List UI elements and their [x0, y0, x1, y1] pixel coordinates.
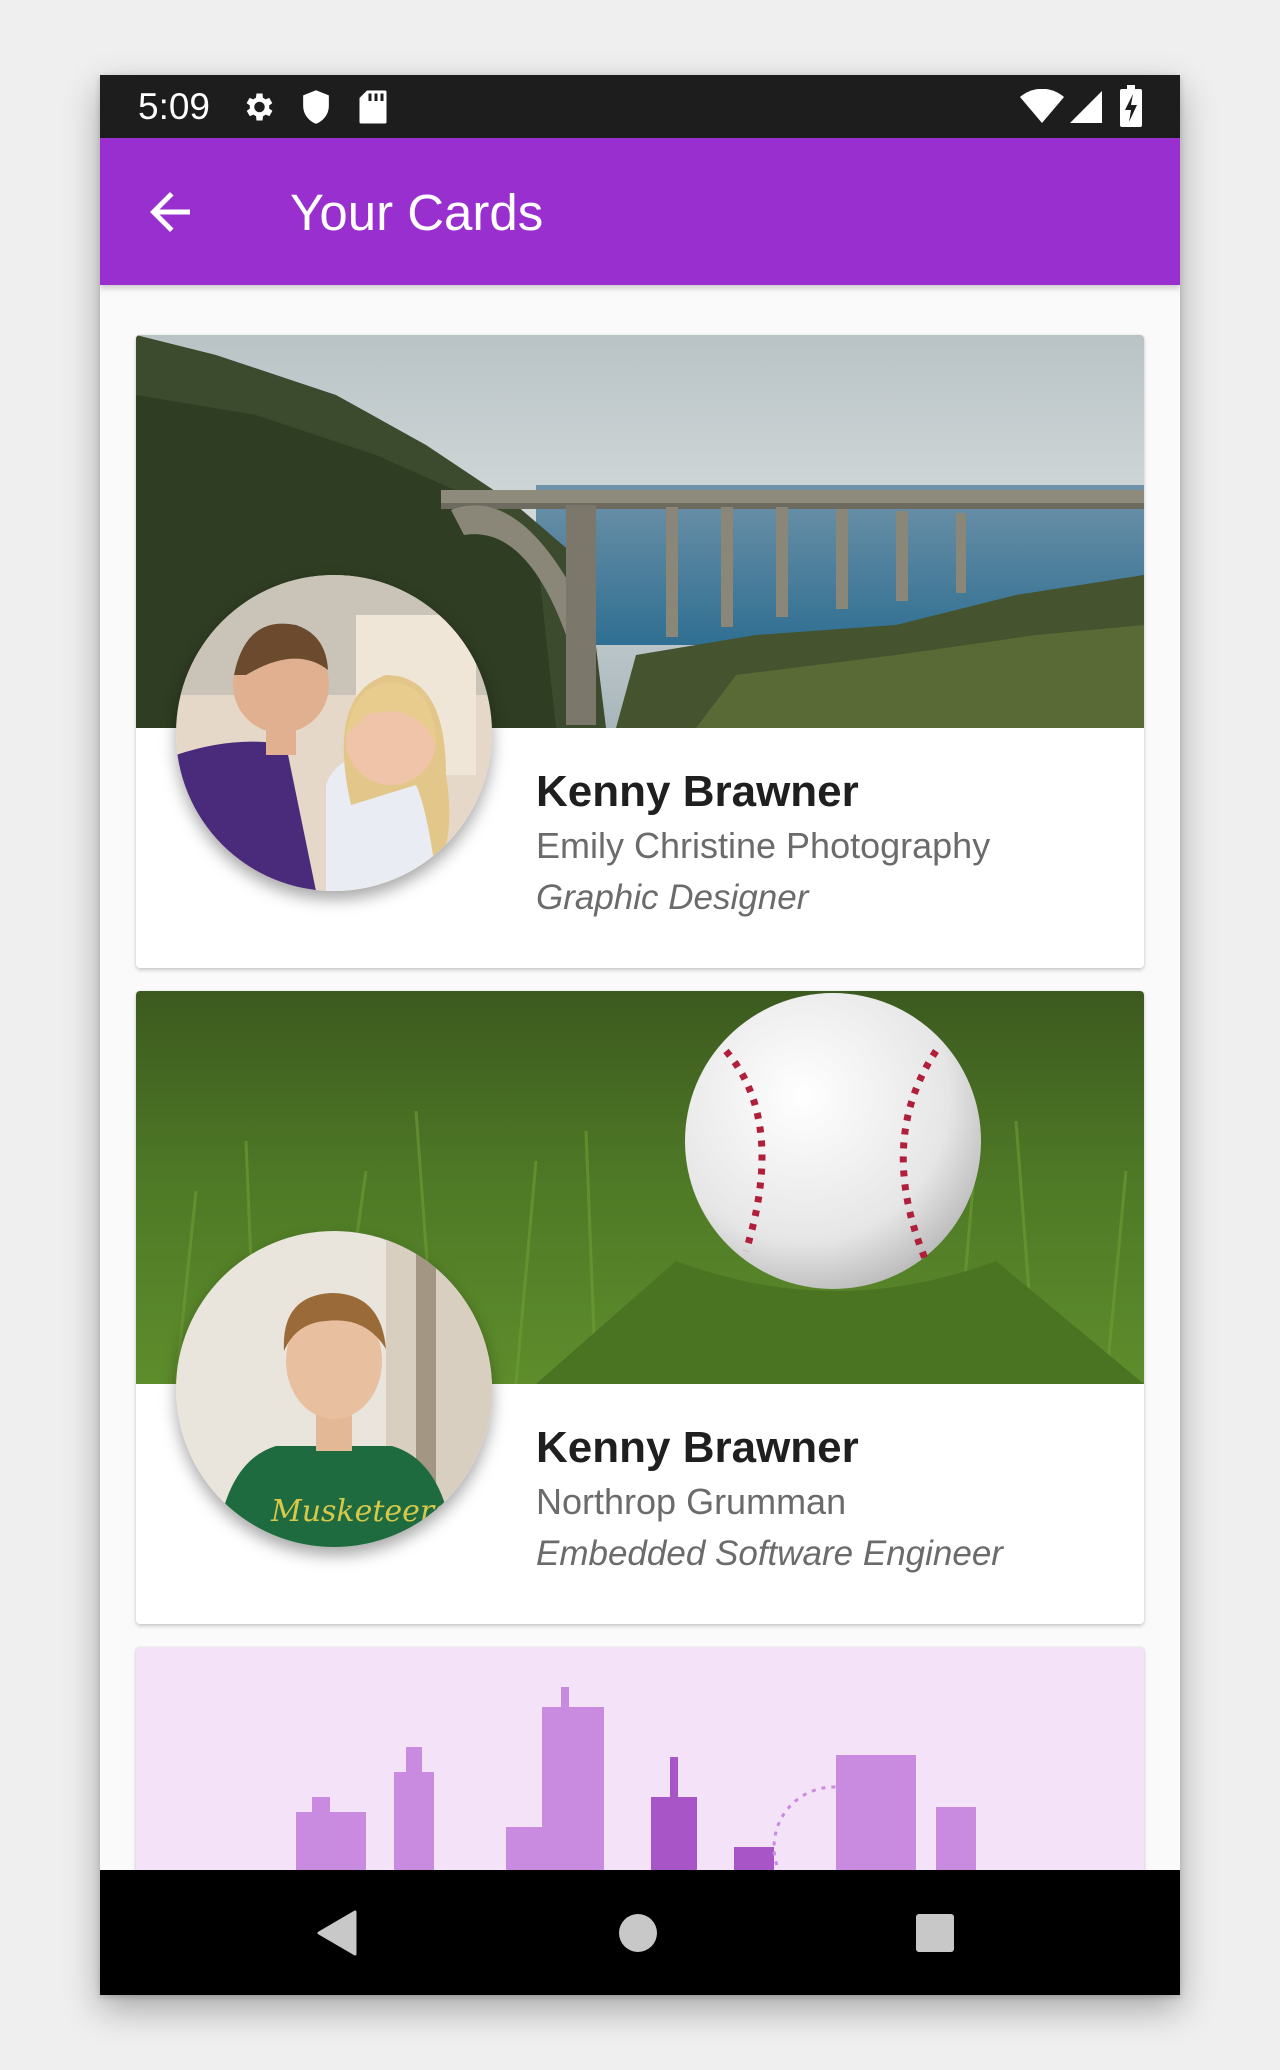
- shield-icon: [303, 90, 329, 124]
- business-card[interactable]: Musketeers Kenny Brawner Northrop Grumma…: [136, 991, 1144, 1624]
- back-triangle-icon[interactable]: [315, 1910, 359, 1956]
- arrow-left-icon[interactable]: [140, 182, 200, 242]
- avatar: [176, 575, 492, 891]
- avatar: Musketeers: [176, 1231, 492, 1547]
- card-holder-name: Kenny Brawner: [536, 1423, 859, 1472]
- card-company: Emily Christine Photography: [536, 825, 991, 866]
- recents-square-icon[interactable]: [912, 1910, 958, 1956]
- app-toolbar: Your Cards: [100, 138, 1180, 285]
- system-navigation-bar: [100, 1870, 1180, 1995]
- sd-card-icon: [359, 90, 387, 124]
- phone-screen: 5:09 Your Cards Kenny Brawner Emily Chri…: [100, 75, 1180, 1995]
- battery-charging-icon: [1120, 85, 1142, 127]
- page-title: Your Cards: [290, 184, 544, 241]
- card-job-title: Embedded Software Engineer: [536, 1534, 1003, 1573]
- wifi-icon: [1020, 89, 1064, 123]
- home-circle-icon[interactable]: [615, 1910, 661, 1956]
- gear-icon: [246, 93, 273, 121]
- card-job-title: Graphic Designer: [536, 878, 809, 917]
- card-holder-name: Kenny Brawner: [536, 767, 859, 816]
- business-card[interactable]: Kenny Brawner Emily Christine Photograph…: [136, 335, 1144, 968]
- signal-icon: [1070, 91, 1102, 123]
- card-company: Northrop Grumman: [536, 1481, 847, 1522]
- cards-list: Kenny Brawner Emily Christine Photograph…: [100, 285, 1180, 1945]
- status-bar: 5:09: [100, 75, 1180, 138]
- status-time: 5:09: [138, 86, 211, 127]
- avatar-shirt-text: Musketeers: [270, 1494, 450, 1529]
